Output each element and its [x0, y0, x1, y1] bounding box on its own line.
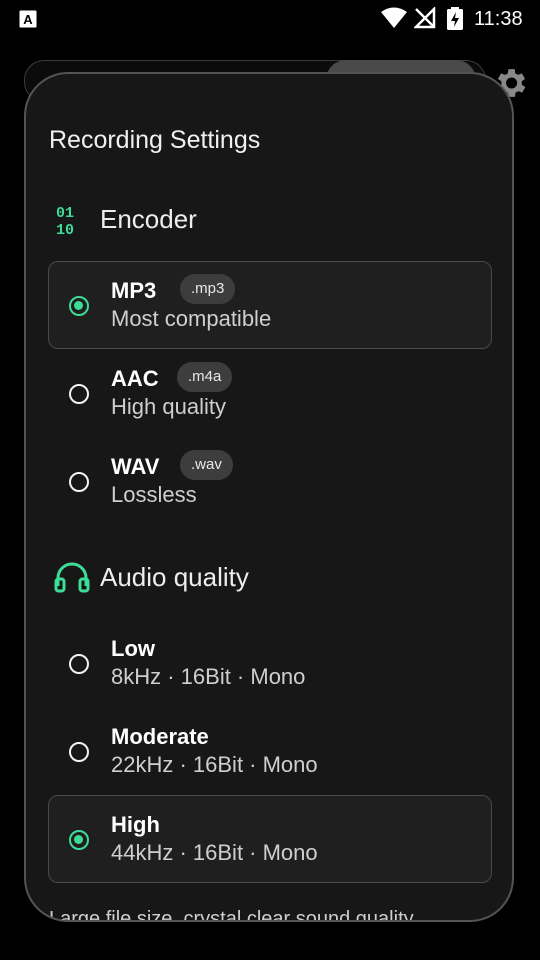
option-name: AAC — [111, 366, 159, 391]
radio-button[interactable] — [69, 830, 89, 850]
radio-button[interactable] — [69, 384, 89, 404]
svg-text:01: 01 — [56, 205, 74, 222]
binary-icon: 01 10 — [54, 202, 88, 239]
clock: 11:38 — [474, 8, 523, 30]
no-signal-icon — [412, 5, 436, 34]
audio-quality-section-header: Audio quality — [54, 556, 454, 596]
radio-button[interactable] — [69, 472, 89, 492]
encoder-label: Encoder — [100, 204, 197, 234]
status-bar: A 11:38 — [0, 0, 540, 38]
option-name: Moderate — [111, 724, 209, 749]
option-description: High quality — [111, 394, 226, 419]
option-name: Low — [111, 636, 155, 661]
svg-text:A: A — [23, 12, 33, 27]
extension-chip: .wav — [180, 450, 233, 480]
option-name: MP3 — [111, 278, 157, 303]
radio-button[interactable] — [69, 654, 89, 674]
extension-chip: .mp3 — [180, 274, 236, 304]
svg-text:10: 10 — [56, 222, 74, 236]
encoder-option-mp3[interactable]: MP3 .mp3 Most compatible — [48, 261, 492, 349]
recording-settings-sheet: Recording Settings 01 10 Encoder MP3 .mp… — [24, 72, 514, 922]
audio-quality-label: Audio quality — [100, 562, 249, 592]
wifi-icon — [380, 7, 408, 34]
sheet-title: Recording Settings — [49, 126, 261, 154]
quality-description-text: Large file size, crystal clear sound qua… — [49, 908, 414, 922]
option-description: Most compatible — [111, 306, 272, 331]
encoder-option-aac[interactable]: AAC .m4a High quality — [48, 349, 492, 437]
quality-option-moderate[interactable]: Moderate 22kHz · 16Bit · Mono — [48, 707, 492, 795]
option-description: Lossless — [111, 482, 197, 507]
encoder-option-wav[interactable]: WAV .wav Lossless — [48, 437, 492, 525]
option-name: WAV — [111, 454, 160, 479]
extension-chip: .m4a — [177, 362, 233, 392]
radio-button[interactable] — [69, 742, 89, 762]
quality-option-low[interactable]: Low 8kHz · 16Bit · Mono — [48, 619, 492, 707]
headphones-icon — [54, 560, 90, 594]
radio-button[interactable] — [69, 296, 89, 316]
battery-charging-icon — [446, 7, 464, 36]
option-description: 44kHz · 16Bit · Mono — [111, 840, 318, 865]
notification-a-icon: A — [19, 10, 37, 28]
encoder-section-header: 01 10 Encoder — [54, 198, 454, 239]
option-description: 22kHz · 16Bit · Mono — [111, 752, 318, 777]
option-description: 8kHz · 16Bit · Mono — [111, 664, 306, 689]
option-name: High — [111, 812, 160, 837]
quality-option-high[interactable]: High 44kHz · 16Bit · Mono — [48, 795, 492, 883]
